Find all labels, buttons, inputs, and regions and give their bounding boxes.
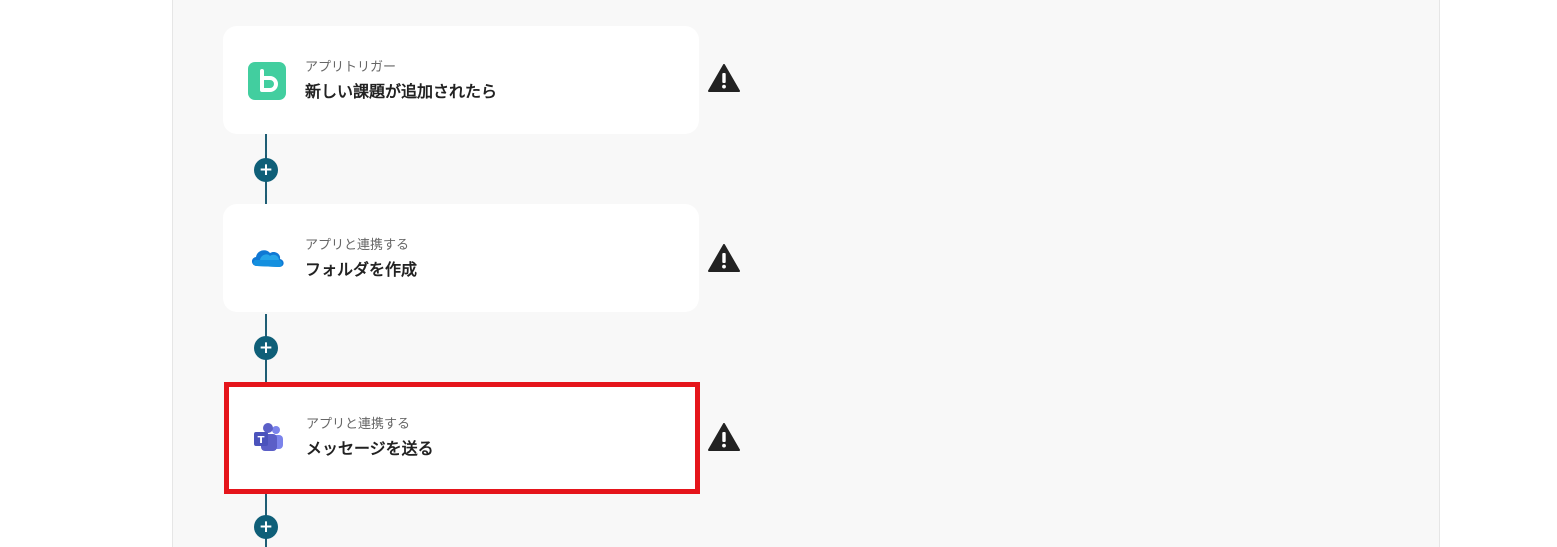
add-step-button[interactable]: + (254, 336, 278, 360)
step-subtitle: アプリと連携する (305, 238, 410, 253)
teams-icon: T (254, 423, 283, 451)
step-title: フォルダを作成 (305, 260, 418, 279)
flow-step-create-folder[interactable]: アプリと連携する フォルダを作成 (223, 204, 699, 312)
warning-icon (708, 423, 740, 451)
flow-step-trigger[interactable]: アプリトリガー 新しい課題が追加されたら (223, 26, 699, 134)
svg-text:T: T (258, 435, 265, 446)
step-subtitle: アプリと連携する (306, 417, 411, 432)
add-step-button[interactable]: + (254, 158, 278, 182)
add-step-button[interactable]: + (254, 515, 278, 539)
step-title: 新しい課題が追加されたら (305, 82, 498, 101)
backlog-icon (248, 62, 286, 100)
step-title: メッセージを送る (306, 439, 434, 458)
step-subtitle: アプリトリガー (305, 60, 397, 75)
flow-step-send-message[interactable]: T アプリと連携する メッセージを送る (224, 382, 700, 494)
onedrive-icon (251, 250, 284, 267)
warning-icon (708, 244, 740, 272)
warning-icon (708, 64, 740, 92)
